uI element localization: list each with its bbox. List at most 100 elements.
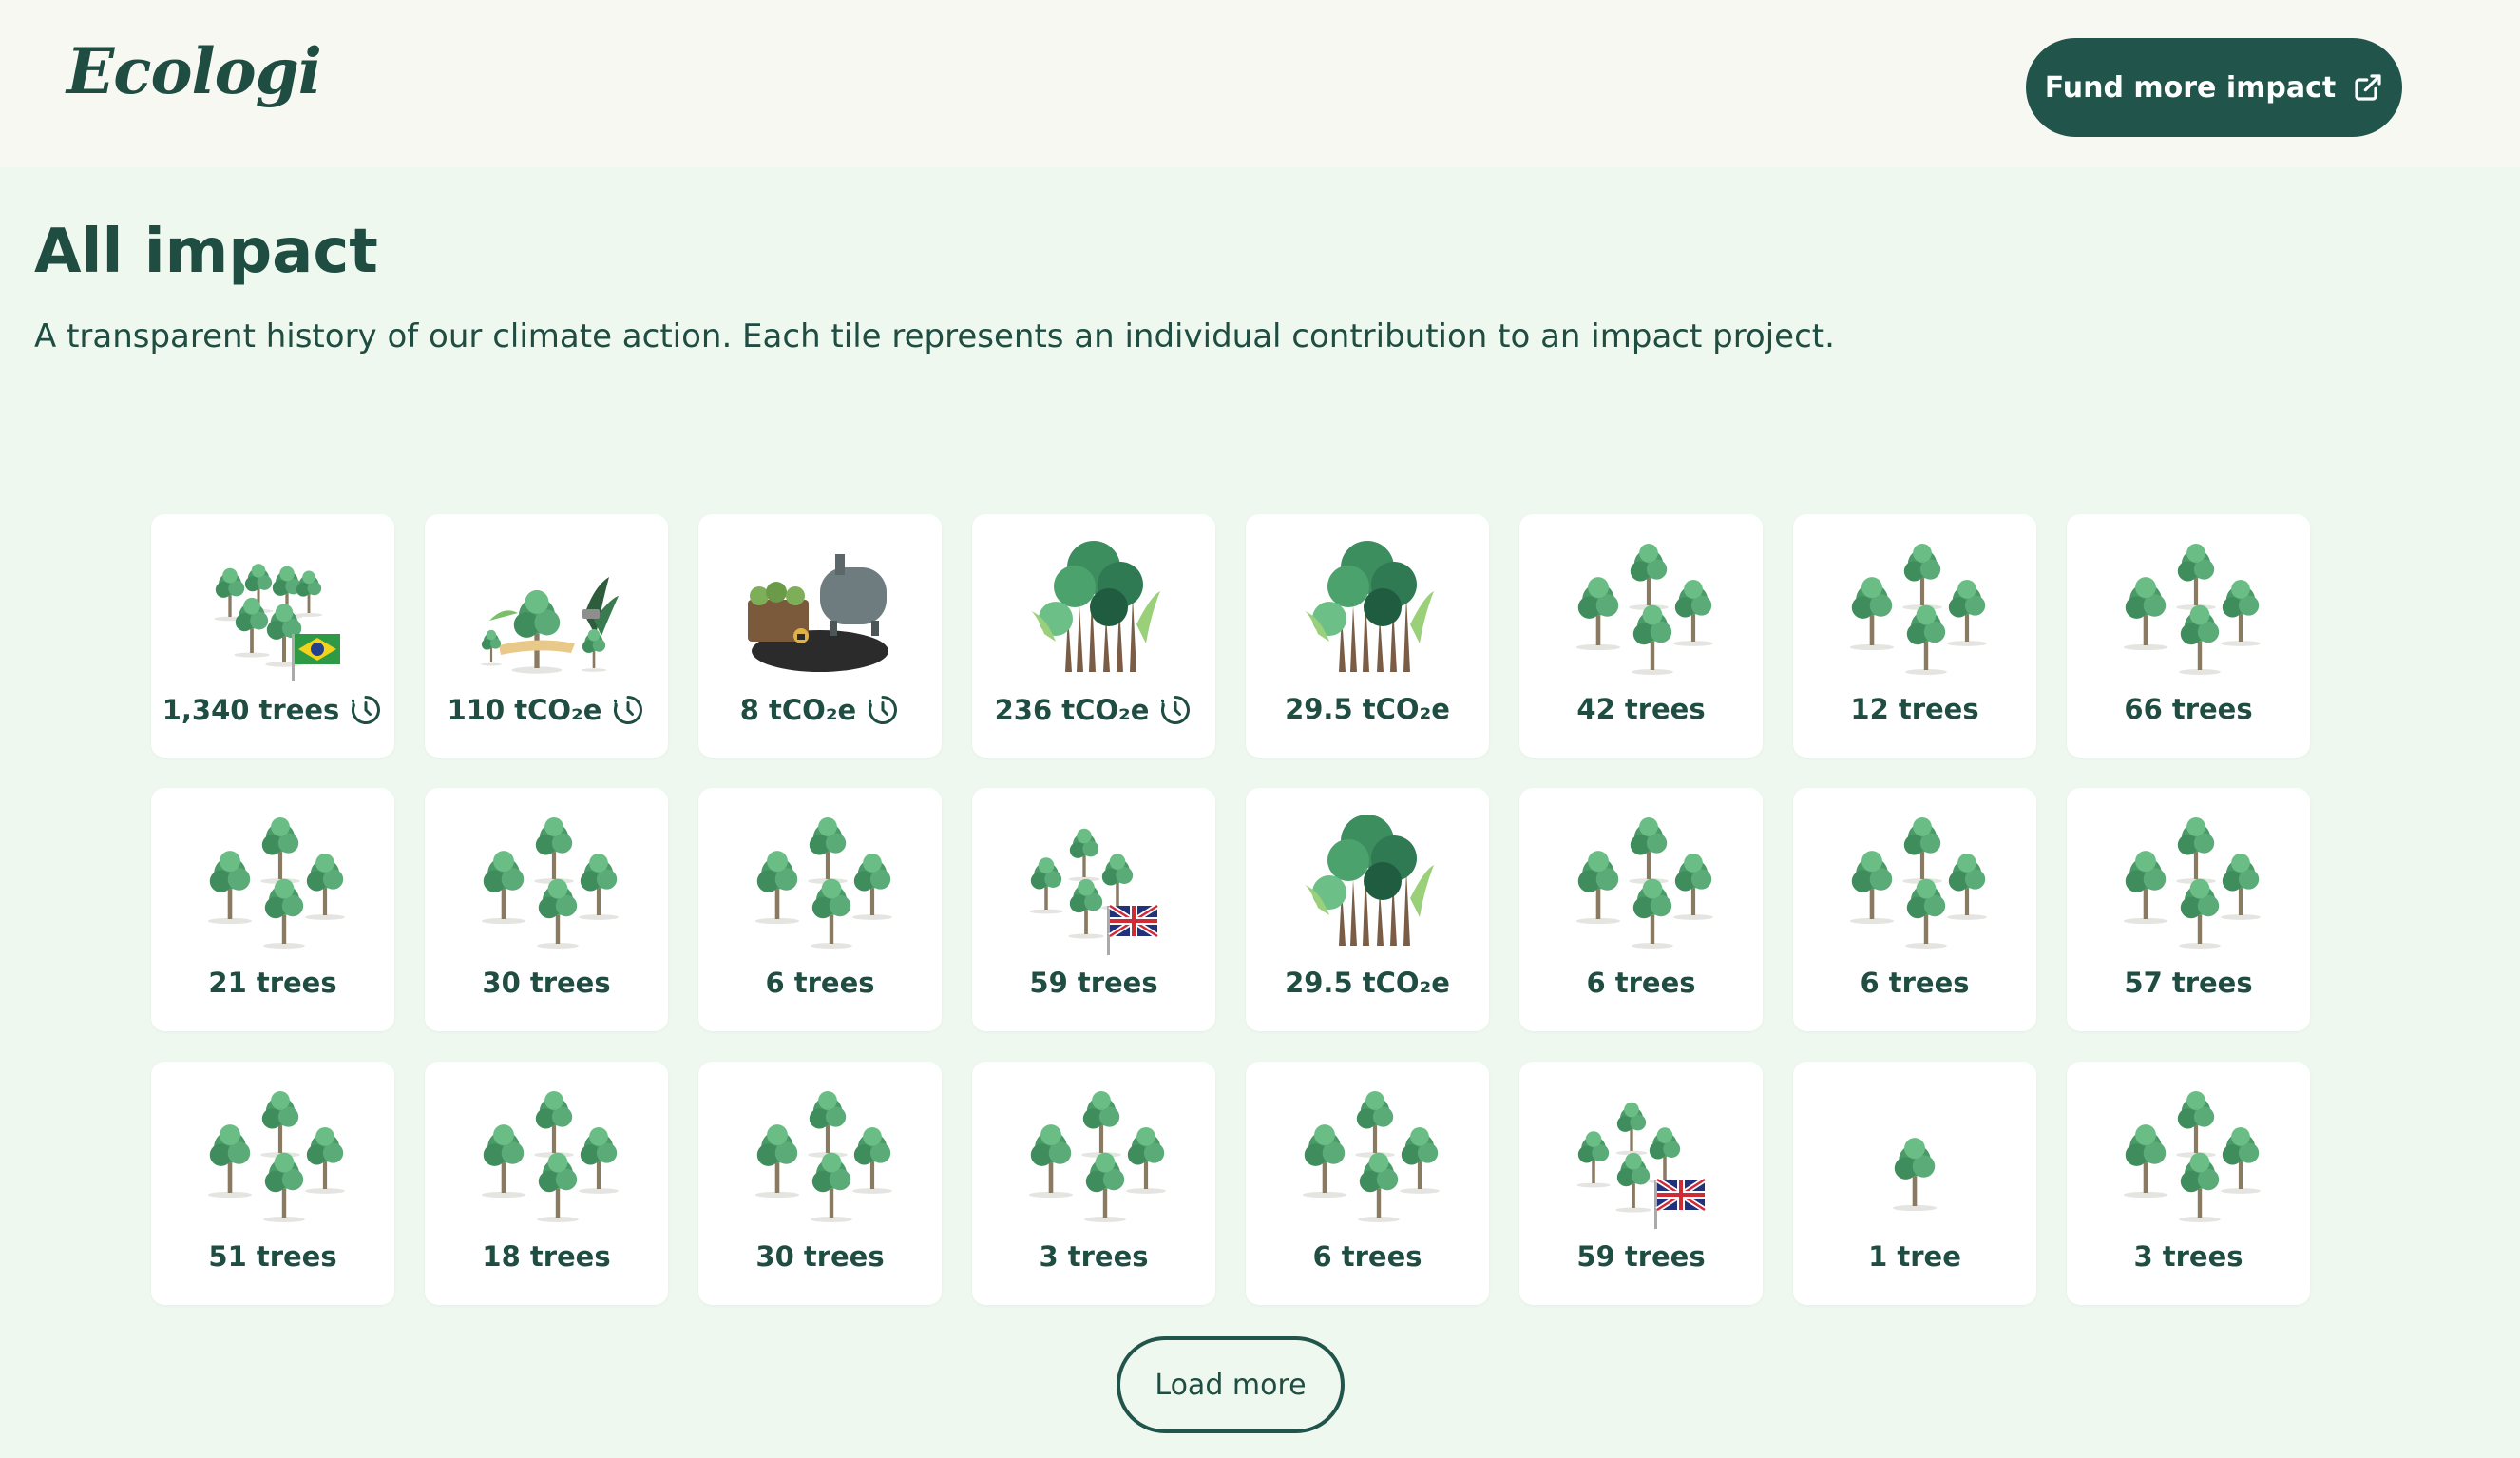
impact-amount: 6 trees [765,967,875,999]
impact-amount: 12 trees [1850,693,1979,725]
page-subtitle: A transparent history of our climate act… [34,317,1835,355]
impact-amount: 30 trees [755,1240,885,1273]
tree-cluster-illustration [207,817,345,949]
tree-cluster-illustration [2123,817,2261,949]
tile-label-row: 29.5 tCO₂e [1246,967,1489,999]
impact-amount: 18 trees [482,1240,611,1273]
load-more-button[interactable]: Load more [1117,1336,1345,1433]
tile-label-row: 30 trees [425,967,668,999]
trees-uk-flag-illustration [1029,828,1159,955]
impact-tile[interactable]: 66 trees [2067,514,2310,758]
impact-amount: 57 trees [2124,967,2253,999]
impact-amount: 59 trees [1029,967,1158,999]
trees-uk-flag-illustration [1576,1102,1707,1229]
impact-amount: 29.5 tCO₂e [1285,967,1450,999]
impact-amount: 66 trees [2124,693,2253,725]
tile-label-row: 59 trees [1519,1240,1763,1273]
fund-button-label: Fund more impact [2044,70,2337,105]
tile-label-row: 6 trees [698,967,942,999]
impact-tile[interactable]: 6 trees [1246,1062,1489,1305]
impact-tile[interactable]: 21 trees [151,788,394,1031]
impact-tile[interactable]: 59 trees [972,788,1215,1031]
tile-label-row: 29.5 tCO₂e [1246,693,1489,725]
impact-amount: 21 trees [208,967,337,999]
impact-amount: 51 trees [208,1240,337,1273]
tree-cluster-illustration [207,1091,345,1222]
tile-label-row: 12 trees [1793,693,2036,725]
impact-amount: 110 tCO₂e [447,694,602,726]
impact-tile[interactable]: 8 tCO₂e [698,514,942,758]
impact-tile-grid: 1,340 trees 110 tCO₂e 8 tCO₂e 236 tCO₂e … [151,514,2310,1305]
tree-cluster-illustration [1849,544,1987,675]
impact-tile[interactable]: 1,340 trees [151,514,394,758]
impact-tile[interactable]: 29.5 tCO₂e [1246,788,1489,1031]
ecologi-logo[interactable]: Ecologi [67,34,322,108]
page-title: All impact [34,217,378,287]
tile-label-row: 1,340 trees [151,693,394,727]
fund-more-impact-button[interactable]: Fund more impact [2026,38,2402,137]
tile-label-row: 18 trees [425,1240,668,1273]
tile-label-row: 6 trees [1519,967,1763,999]
impact-amount: 42 trees [1576,693,1706,725]
impact-amount: 6 trees [1312,1240,1422,1273]
impact-tile[interactable]: 57 trees [2067,788,2310,1031]
tile-label-row: 236 tCO₂e [972,693,1215,727]
impact-tile[interactable]: 29.5 tCO₂e [1246,514,1489,758]
clock-icon [869,696,898,724]
tile-label-row: 3 trees [2067,1240,2310,1273]
impact-amount: 1,340 trees [162,694,340,726]
tree-cluster-illustration [2123,544,2261,675]
impact-tile[interactable]: 6 trees [1519,788,1763,1031]
tile-label-row: 51 trees [151,1240,394,1273]
impact-tile[interactable]: 1 tree [1793,1062,2036,1305]
impact-amount: 1 tree [1868,1240,1961,1273]
tile-label-row: 42 trees [1519,693,1763,725]
impact-amount: 3 trees [1039,1240,1149,1273]
impact-tile[interactable]: 3 trees [972,1062,1215,1305]
impact-tile[interactable]: 18 trees [425,1062,668,1305]
tile-label-row: 30 trees [698,1240,942,1273]
impact-tile[interactable]: 6 trees [698,788,942,1031]
impact-tile[interactable]: 42 trees [1519,514,1763,758]
tile-label-row: 59 trees [972,967,1215,999]
impact-tile[interactable]: 236 tCO₂e [972,514,1215,758]
external-link-icon [2355,74,2381,101]
impact-tile[interactable]: 6 trees [1793,788,2036,1031]
trees-brazil-flag-illustration [214,564,340,681]
impact-amount: 236 tCO₂e [994,694,1150,726]
biochar-tank-illustration [748,554,888,672]
impact-amount: 3 trees [2133,1240,2243,1273]
rainforest-illustration [1305,541,1434,672]
tile-label-row: 1 tree [1793,1240,2036,1273]
impact-tile[interactable]: 3 trees [2067,1062,2310,1305]
rainforest-illustration [1305,815,1434,946]
tree-cluster-illustration [1302,1091,1440,1222]
impact-tile[interactable]: 30 trees [425,788,668,1031]
tree-cluster-illustration [754,1091,892,1222]
forest-restoration-illustration [481,577,619,674]
tree-cluster-illustration [2123,1091,2261,1222]
impact-tile[interactable]: 59 trees [1519,1062,1763,1305]
clock-icon [352,696,381,724]
tile-label-row: 66 trees [2067,693,2310,725]
impact-tile[interactable]: 51 trees [151,1062,394,1305]
impact-amount: 6 trees [1860,967,1970,999]
impact-tile[interactable]: 12 trees [1793,514,2036,758]
impact-amount: 6 trees [1586,967,1696,999]
tree-cluster-illustration [1849,817,1987,949]
single-tree-illustration [1892,1138,1938,1212]
impact-amount: 29.5 tCO₂e [1285,693,1450,725]
impact-amount: 8 tCO₂e [739,694,857,726]
tree-cluster-illustration [1028,1091,1166,1222]
tile-label-row: 110 tCO₂e [425,693,668,727]
tree-cluster-illustration [481,817,619,949]
impact-amount: 59 trees [1576,1240,1706,1273]
tile-label-row: 3 trees [972,1240,1215,1273]
tree-cluster-illustration [754,817,892,949]
tree-cluster-illustration [1575,817,1713,949]
impact-tile[interactable]: 110 tCO₂e [425,514,668,758]
tile-label-row: 21 trees [151,967,394,999]
tile-label-row: 6 trees [1793,967,2036,999]
clock-icon [614,696,643,724]
impact-tile[interactable]: 30 trees [698,1062,942,1305]
